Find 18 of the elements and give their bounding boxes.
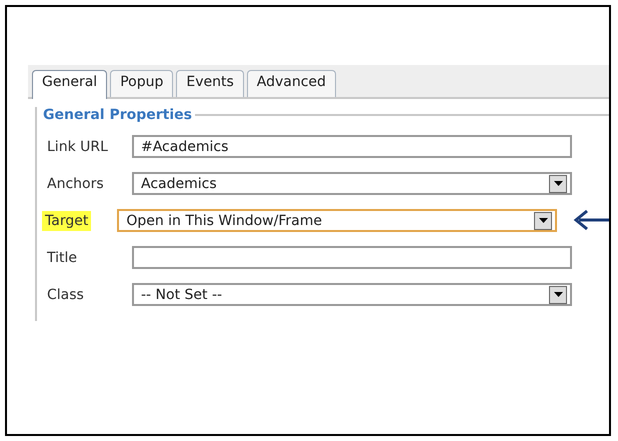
dropdown-caret-icon[interactable] [549,174,567,192]
input-field[interactable]: #Academics [132,135,572,158]
field-label: Class [46,286,85,304]
group-title: General Properties [42,107,193,123]
input-field[interactable] [132,246,572,269]
dropdown-caret-icon[interactable] [549,286,567,304]
field-label: Target [42,210,92,230]
dropdown[interactable]: Open in This Window/Frame [117,209,558,232]
dropdown[interactable]: -- Not Set -- [132,283,572,306]
tab[interactable]: General [32,70,108,99]
tab[interactable]: Advanced [246,70,336,97]
tab[interactable]: Events [176,70,244,97]
dropdown[interactable]: Academics [132,172,572,195]
field-label: Anchors [46,174,105,194]
tab[interactable]: Popup [110,70,174,97]
field-label: Title [46,248,78,268]
field-label: Link URL [46,138,109,156]
dropdown-caret-icon[interactable] [534,212,552,230]
